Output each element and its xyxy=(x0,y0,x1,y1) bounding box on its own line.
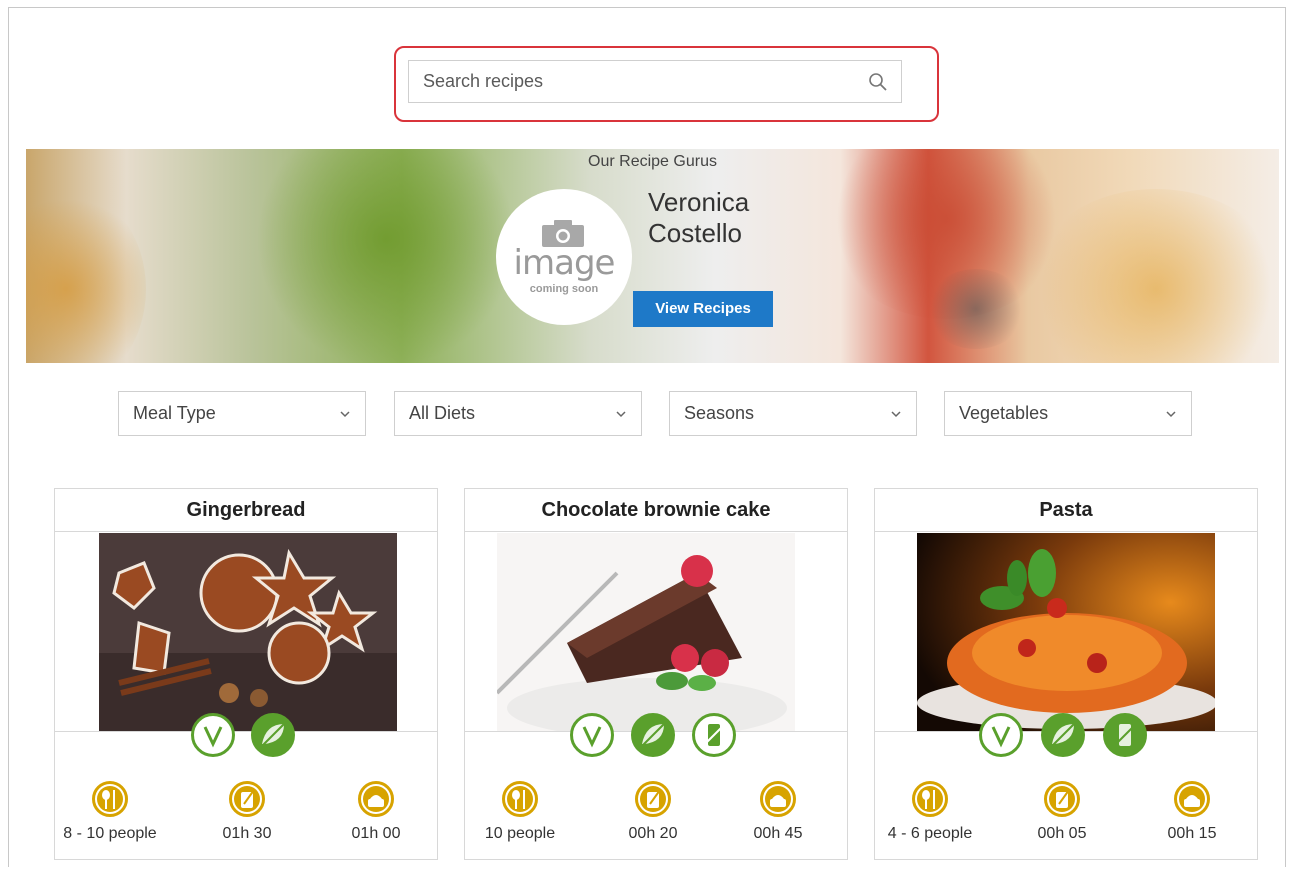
servings-value: 8 - 10 people xyxy=(63,825,157,842)
cook-time-value: 00h 15 xyxy=(1167,825,1217,842)
vegetarian-icon xyxy=(191,713,235,757)
vegan-icon xyxy=(1041,713,1085,757)
cook-time-stat: 00h 45 xyxy=(723,781,833,843)
recipe-title[interactable]: Chocolate brownie cake xyxy=(465,489,847,532)
recipe-card[interactable]: Chocolate brownie cake 10 people 00h 20 … xyxy=(464,488,848,860)
banner-title: Our Recipe Gurus xyxy=(588,153,717,170)
recipe-card[interactable]: Pasta 4 - 6 people 00h 05 00h 15 xyxy=(874,488,1258,860)
filter-seasons[interactable]: Seasons xyxy=(669,391,917,436)
recipe-title[interactable]: Pasta xyxy=(875,489,1257,532)
chevron-down-icon xyxy=(340,411,350,418)
chevron-down-icon xyxy=(891,411,901,418)
recipe-title[interactable]: Gingerbread xyxy=(55,489,437,532)
servings-stat: 10 people xyxy=(465,781,575,843)
recipe-image[interactable] xyxy=(497,533,795,731)
diet-icons xyxy=(979,713,1149,757)
filter-label: Meal Type xyxy=(133,403,216,423)
filter-label: Seasons xyxy=(684,403,755,423)
servings-value: 4 - 6 people xyxy=(887,825,973,842)
filter-diets[interactable]: All Diets xyxy=(394,391,642,436)
guru-name: Veronica Costello xyxy=(648,187,750,248)
knife-board-icon xyxy=(635,781,671,817)
no-preservatives-icon xyxy=(692,713,736,757)
diet-icons xyxy=(570,713,740,757)
view-recipes-button[interactable]: View Recipes xyxy=(633,291,773,327)
guru-avatar: image coming soon xyxy=(496,189,632,325)
servings-value: 10 people xyxy=(484,825,556,842)
filter-label: Vegetables xyxy=(959,403,1049,423)
vegan-icon xyxy=(251,713,295,757)
recipe-image[interactable] xyxy=(917,533,1215,731)
vegan-icon xyxy=(631,713,675,757)
servings-stat: 8 - 10 people xyxy=(55,781,165,843)
recipe-card[interactable]: Gingerbread 8 - 10 people 01h 30 01h 00 xyxy=(54,488,438,860)
diet-icons xyxy=(191,713,301,757)
recipe-gurus-banner: Our Recipe Gurus image coming soon Veron… xyxy=(26,149,1279,363)
prep-time-value: 00h 05 xyxy=(1037,825,1087,842)
servings-stat: 4 - 6 people xyxy=(875,781,985,843)
avatar-placeholder-subtext: coming soon xyxy=(529,283,599,295)
filter-label: All Diets xyxy=(409,403,476,423)
cooking-pot-icon xyxy=(358,781,394,817)
cooking-pot-icon xyxy=(760,781,796,817)
chevron-down-icon xyxy=(1166,411,1176,418)
recipe-image[interactable] xyxy=(99,533,397,731)
vegetarian-icon xyxy=(979,713,1023,757)
cook-time-stat: 01h 00 xyxy=(321,781,431,843)
cooking-pot-icon xyxy=(1174,781,1210,817)
search-icon[interactable] xyxy=(867,71,889,93)
search-box[interactable] xyxy=(408,60,902,103)
knife-board-icon xyxy=(229,781,265,817)
avatar-placeholder-text: image xyxy=(513,243,616,283)
servings-icon xyxy=(912,781,948,817)
prep-time-stat: 01h 30 xyxy=(192,781,302,843)
filter-vegetables[interactable]: Vegetables xyxy=(944,391,1192,436)
chevron-down-icon xyxy=(616,411,626,418)
vegetarian-icon xyxy=(570,713,614,757)
cook-time-stat: 00h 15 xyxy=(1137,781,1247,843)
prep-time-stat: 00h 20 xyxy=(598,781,708,843)
prep-time-stat: 00h 05 xyxy=(1007,781,1117,843)
cook-time-value: 00h 45 xyxy=(753,825,803,842)
servings-icon xyxy=(502,781,538,817)
servings-icon xyxy=(92,781,128,817)
knife-board-icon xyxy=(1044,781,1080,817)
prep-time-value: 00h 20 xyxy=(628,825,678,842)
prep-time-value: 01h 30 xyxy=(222,825,272,842)
no-preservatives-icon xyxy=(1103,713,1147,757)
filter-meal-type[interactable]: Meal Type xyxy=(118,391,366,436)
search-input[interactable] xyxy=(409,61,849,102)
cook-time-value: 01h 00 xyxy=(351,825,401,842)
